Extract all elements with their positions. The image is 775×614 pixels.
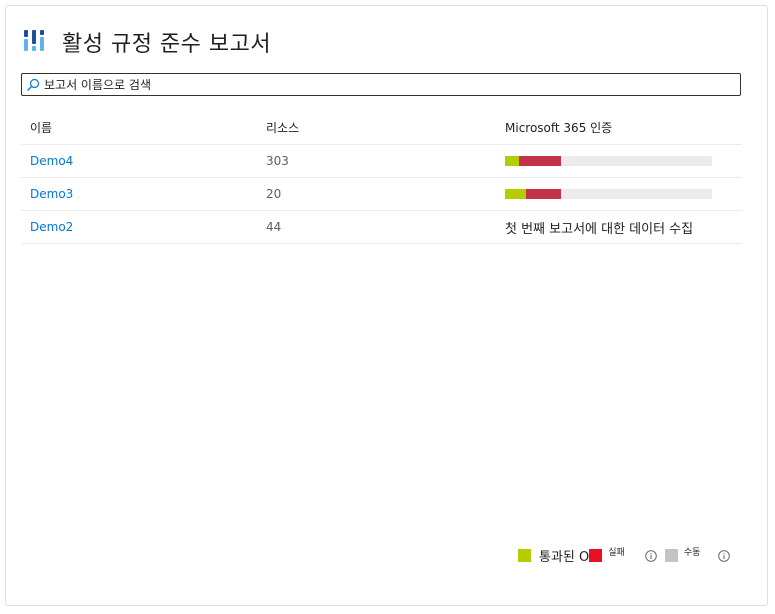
column-header-resources[interactable]: 리소스 bbox=[266, 110, 299, 144]
search-box[interactable] bbox=[21, 73, 741, 96]
column-header-certification[interactable]: Microsoft 365 인증 bbox=[505, 110, 612, 144]
status-legend: 통과된 O 실패 수동 bbox=[518, 546, 731, 565]
table-row[interactable]: Demo4 303 bbox=[21, 145, 742, 178]
info-icon[interactable] bbox=[645, 549, 657, 562]
passed-segment bbox=[505, 156, 520, 166]
page-header: 활성 규정 준수 보고서 bbox=[24, 26, 271, 58]
passed-label: 통과된 O bbox=[539, 550, 590, 565]
certification-progress-bar bbox=[505, 189, 712, 199]
manual-swatch bbox=[664, 549, 678, 562]
reports-table: 이름 리소스 Microsoft 365 인증 Demo4 303 Demo3 … bbox=[21, 110, 742, 244]
certification-progress-bar bbox=[505, 156, 712, 166]
resource-count: 20 bbox=[266, 187, 282, 201]
compliance-report-logo-icon bbox=[24, 28, 48, 56]
report-link[interactable]: Demo4 bbox=[30, 154, 73, 168]
data-collection-status: 첫 번째 보고서에 대한 데이터 수집 bbox=[505, 221, 694, 237]
search-input[interactable] bbox=[44, 77, 724, 92]
manual-label: 수동 bbox=[683, 548, 701, 558]
passed-swatch bbox=[518, 549, 531, 562]
failed-swatch bbox=[589, 549, 603, 562]
failed-segment bbox=[519, 156, 561, 166]
failed-label: 실패 bbox=[608, 548, 625, 558]
resource-count: 303 bbox=[266, 154, 289, 168]
column-header-name[interactable]: 이름 bbox=[30, 110, 52, 144]
failed-segment bbox=[525, 189, 561, 199]
table-row[interactable]: Demo3 20 bbox=[21, 178, 742, 211]
report-link[interactable]: Demo2 bbox=[30, 220, 73, 234]
table-header-row: 이름 리소스 Microsoft 365 인증 bbox=[21, 110, 742, 145]
page-title: 활성 규정 준수 보고서 bbox=[62, 32, 272, 57]
info-icon[interactable] bbox=[718, 549, 731, 562]
resource-count: 44 bbox=[266, 220, 282, 234]
passed-segment bbox=[505, 189, 526, 199]
search-icon bbox=[27, 78, 40, 91]
report-link[interactable]: Demo3 bbox=[30, 187, 73, 201]
table-row[interactable]: Demo2 44 첫 번째 보고서에 대한 데이터 수집 bbox=[21, 211, 742, 244]
